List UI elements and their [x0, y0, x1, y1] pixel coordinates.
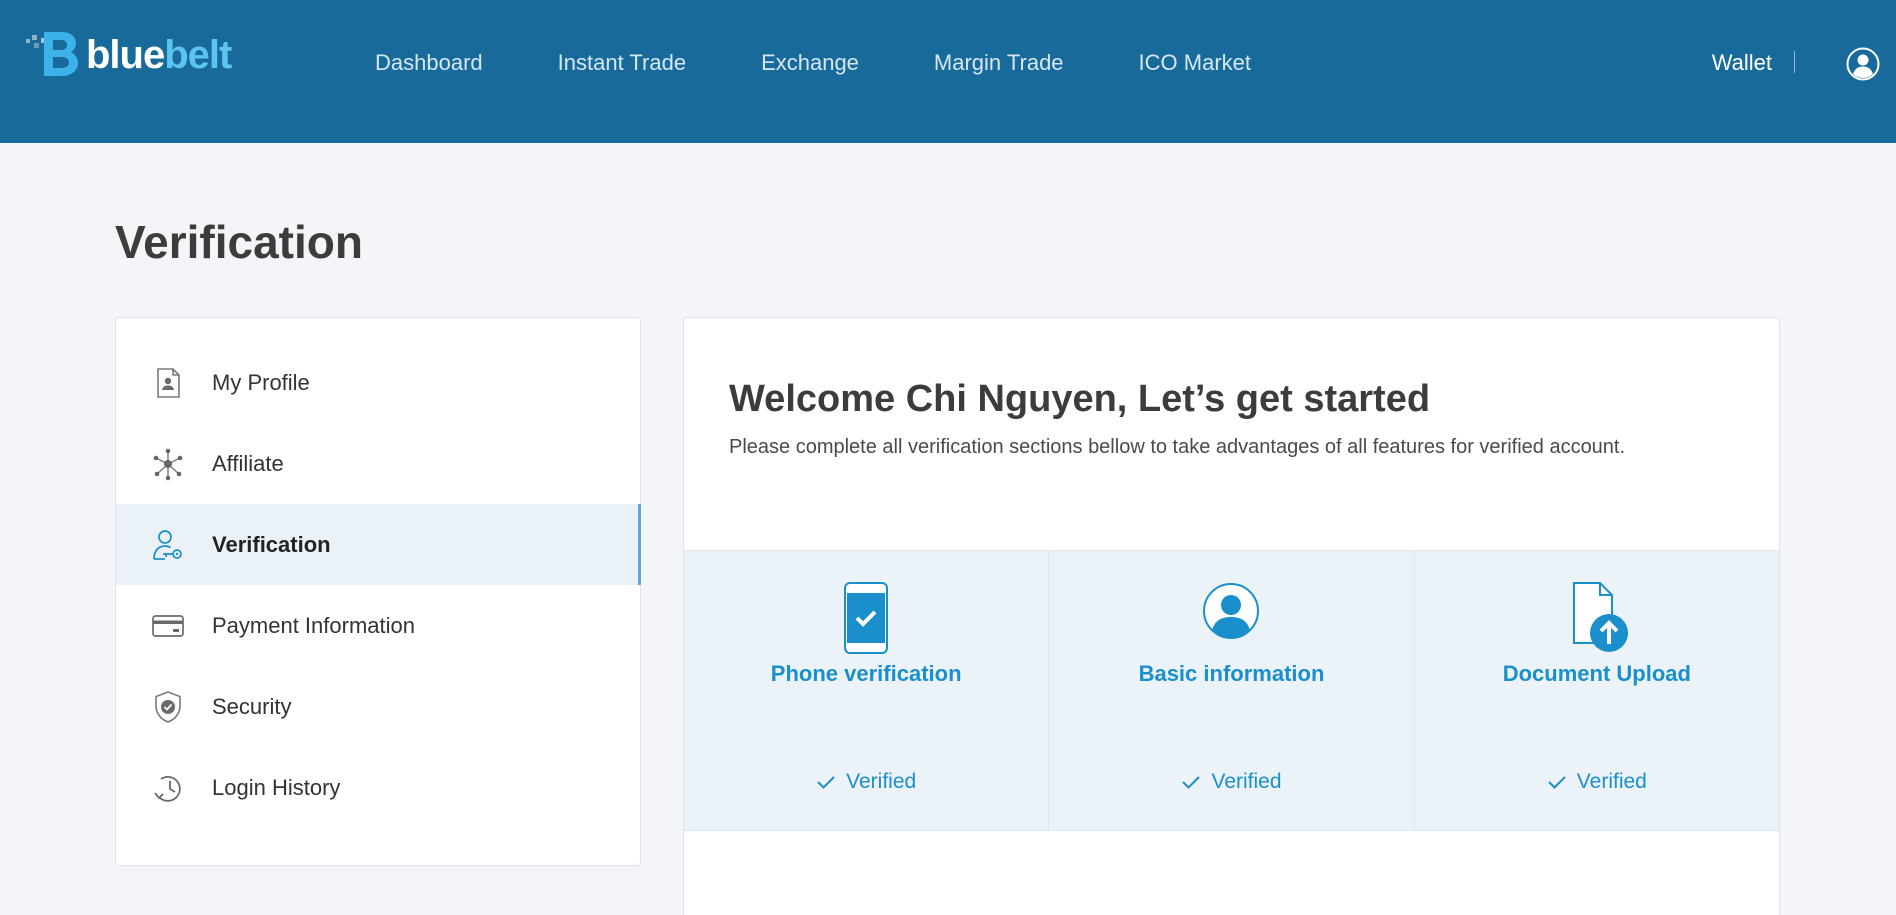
step-status: Verified [1415, 770, 1779, 794]
sidebar-item-label: Security [212, 693, 292, 719]
document-upload-icon [1572, 582, 1628, 652]
sidebar-item-verification[interactable]: Verification [116, 504, 641, 585]
settings-sidebar: My Profile Affiliate Verification Paymen… [115, 317, 641, 866]
sidebar-item-label: Payment Information [212, 612, 415, 638]
profile-document-icon [157, 367, 180, 398]
history-clock-icon [154, 775, 181, 802]
sidebar-item-label: My Profile [212, 369, 310, 395]
sidebar-item-affiliate[interactable]: Affiliate [116, 423, 640, 504]
verification-steps: Phone verification Verified Basic inform… [684, 550, 1779, 831]
logo-mark-icon [26, 32, 78, 76]
checkmark-icon [1182, 776, 1201, 789]
step-status-label: Verified [1211, 770, 1282, 793]
step-status: Verified [684, 770, 1048, 794]
logo-word-white: blue [86, 32, 165, 77]
nav-margin-trade[interactable]: Margin Trade [934, 50, 1064, 76]
header-divider [1794, 51, 1795, 73]
phone-check-icon [844, 582, 889, 654]
nav-ico-market[interactable]: ICO Market [1139, 50, 1251, 76]
sidebar-item-label: Affiliate [212, 450, 284, 476]
shield-check-icon [155, 690, 181, 723]
user-circle-icon[interactable] [1846, 47, 1880, 81]
credit-card-icon [152, 614, 184, 637]
sidebar-item-label: Verification [212, 531, 331, 557]
network-icon [153, 448, 183, 480]
step-document-upload[interactable]: Document Upload Verified [1414, 551, 1779, 830]
sidebar-item-payment-information[interactable]: Payment Information [116, 585, 640, 666]
page-title: Verification [115, 216, 363, 268]
nav-instant-trade[interactable]: Instant Trade [558, 50, 686, 76]
step-title: Document Upload [1502, 661, 1691, 686]
step-title: Phone verification [770, 661, 962, 686]
step-status-label: Verified [1576, 770, 1647, 793]
logo-word-blue: belt [164, 32, 232, 77]
wallet-link[interactable]: Wallet [1712, 50, 1772, 76]
checkmark-icon [817, 776, 835, 789]
user-key-icon [153, 529, 182, 560]
sidebar-item-label: Login History [212, 774, 341, 800]
step-basic-information[interactable]: Basic information Verified [1049, 551, 1415, 830]
main-nav: Dashboard Instant Trade Exchange Margin … [375, 50, 1326, 76]
logo-wordmark: bluebelt [86, 32, 232, 78]
nav-dashboard[interactable]: Dashboard [375, 50, 483, 76]
step-status: Verified [1049, 770, 1413, 794]
sidebar-item-login-history[interactable]: Login History [116, 747, 640, 828]
nav-exchange[interactable]: Exchange [761, 50, 859, 76]
verification-card: Welcome Chi Nguyen, Let’s get started Pl… [683, 317, 1780, 915]
top-header: bluebelt Dashboard Instant Trade Exchang… [0, 0, 1896, 143]
sidebar-item-security[interactable]: Security [116, 666, 640, 747]
bluebelt-logo[interactable]: bluebelt [24, 30, 232, 80]
user-avatar-icon [1203, 583, 1260, 639]
step-status-label: Verified [846, 770, 917, 793]
welcome-heading: Welcome Chi Nguyen, Let’s get started [729, 378, 1431, 420]
checkmark-icon [1548, 776, 1566, 789]
welcome-subtitle: Please complete all verification section… [729, 436, 1626, 458]
sidebar-item-my-profile[interactable]: My Profile [116, 342, 640, 423]
step-title: Basic information [1138, 661, 1325, 686]
step-phone-verification[interactable]: Phone verification Verified [684, 551, 1050, 830]
